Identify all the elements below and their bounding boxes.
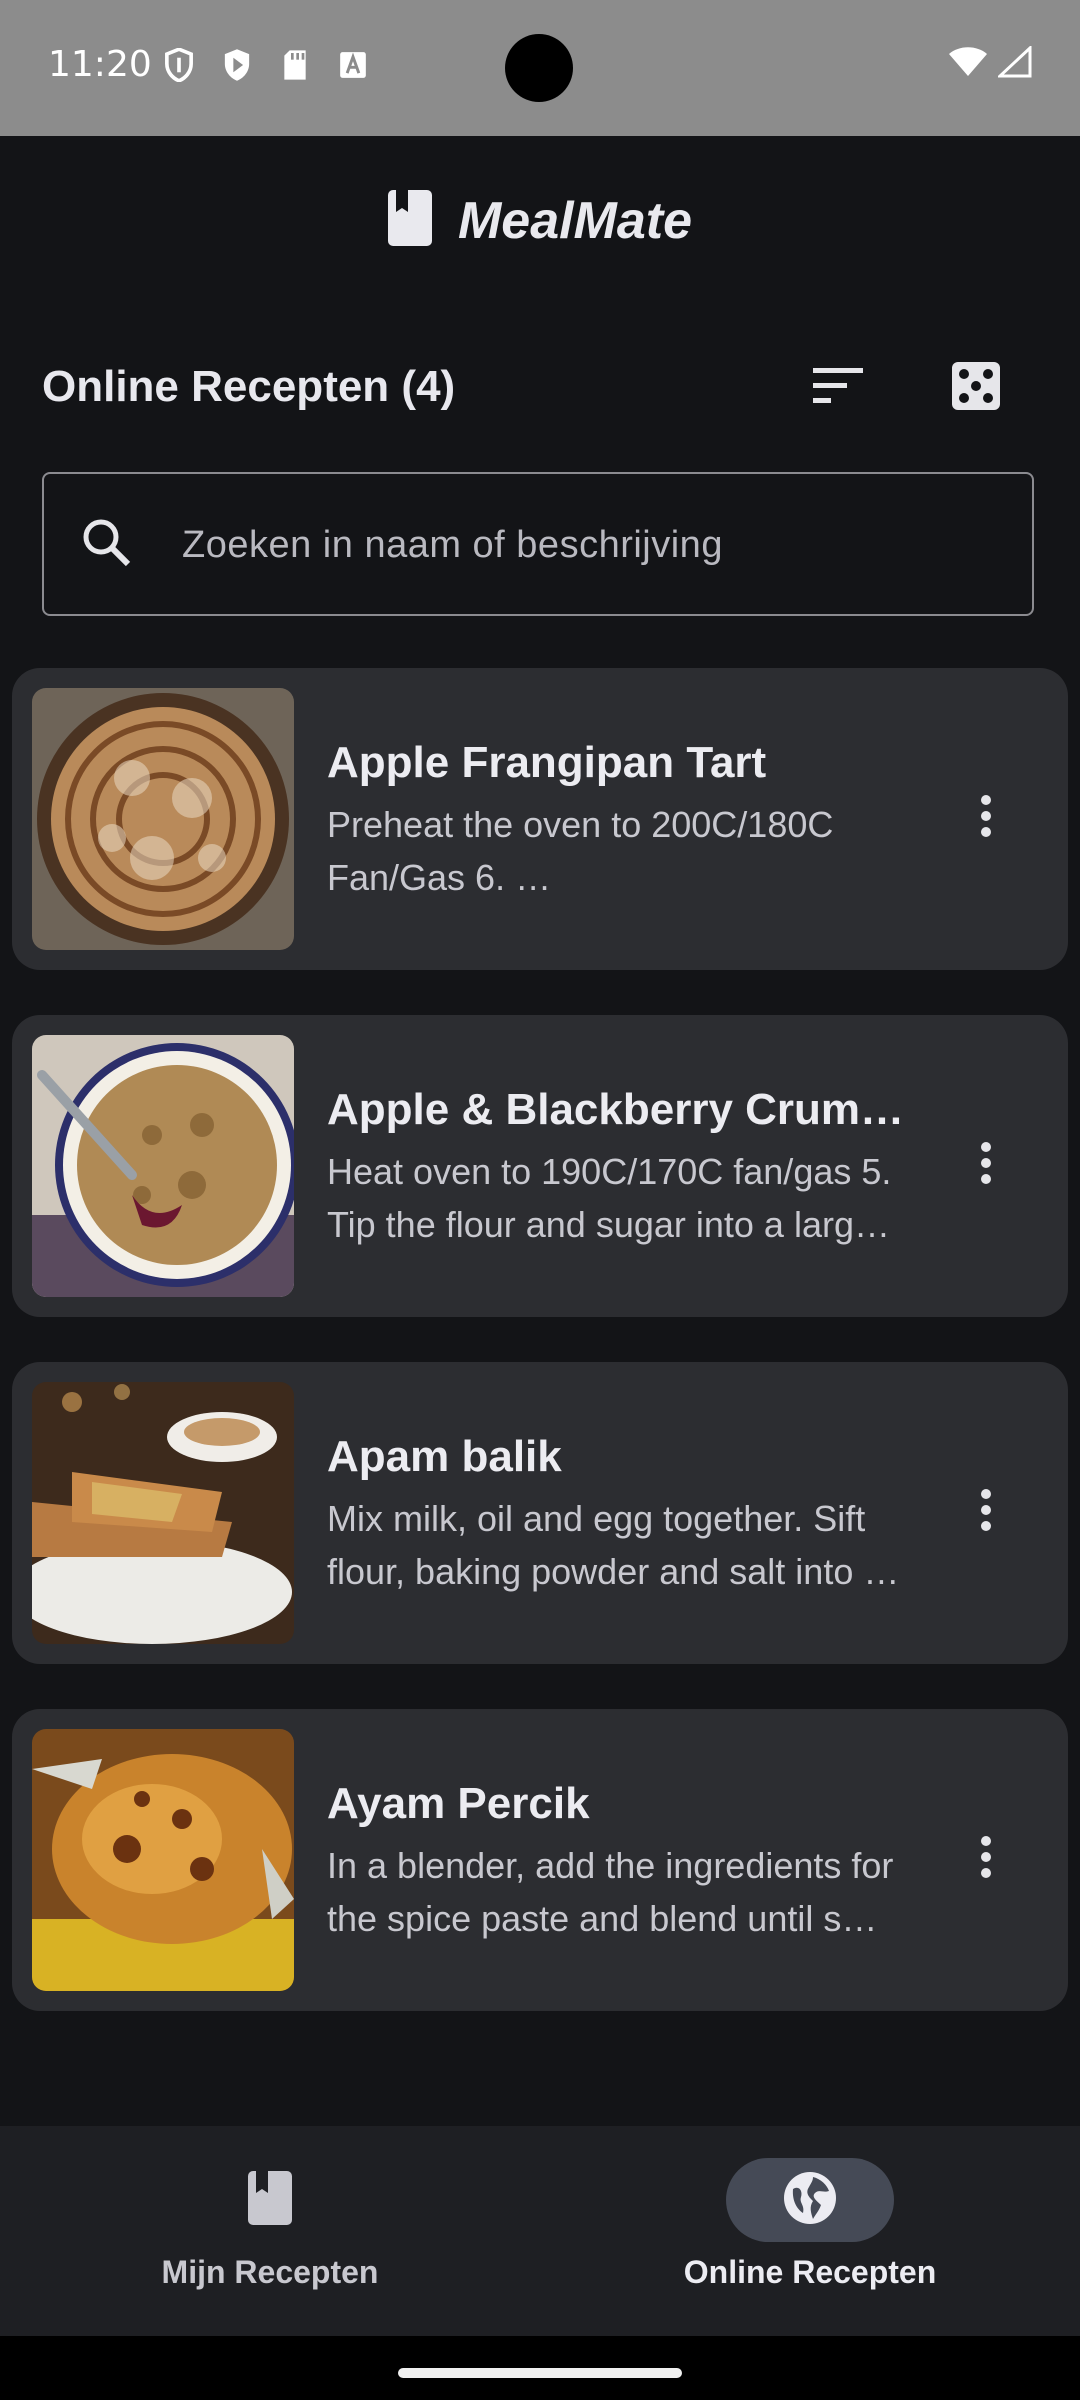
recipe-title: Apple Frangipan Tart [327,738,767,787]
more-vert-icon [980,1835,992,1884]
dice-icon [952,361,1000,415]
play-protect-icon [220,48,254,82]
search-input[interactable] [180,508,1004,582]
recipe-card[interactable]: Apple & Blackberry Crum… Heat oven to 19… [12,1015,1068,1317]
recipe-description: Mix milk, oil and egg together. Sift flo… [327,1498,900,1592]
recipe-description: Heat oven to 190C/170C fan/gas 5. Tip th… [327,1151,892,1245]
recipe-menu-button[interactable] [956,1482,1016,1542]
recipe-image [32,1382,294,1644]
recipe-image [32,1035,294,1297]
recipe-title: Ayam Percik [327,1779,590,1828]
book-icon [248,2170,292,2230]
recipe-card[interactable]: Apam balik Mix milk, oil and egg togethe… [12,1362,1068,1664]
nav-label: Mijn Recepten [161,2254,379,2290]
recipe-card[interactable]: Apple Frangipan Tart Preheat the oven to… [12,668,1068,970]
nav-item-mijn-recepten[interactable]: Mijn Recepten [0,2126,540,2336]
globe-icon [783,2171,837,2230]
recipe-menu-button[interactable] [956,1135,1016,1195]
random-recipe-button[interactable] [936,348,1016,428]
wifi-icon [948,46,988,83]
recipe-title: Apple & Blackberry Crum… [327,1085,905,1134]
shield-icon [162,48,196,82]
nav-item-online-recepten[interactable]: Online Recepten [540,2126,1080,2336]
nav-label: Online Recepten [683,2254,937,2290]
more-vert-icon [980,1488,992,1537]
home-gesture-handle[interactable] [398,2368,682,2378]
recipe-image [32,688,294,950]
search-box[interactable] [42,472,1034,616]
sort-button[interactable] [798,348,878,428]
app-title: MealMate [457,191,693,250]
more-vert-icon [980,1141,992,1190]
font-a-icon [336,48,370,82]
status-system-icons [948,44,1032,83]
recipe-menu-button[interactable] [956,788,1016,848]
cell-signal-icon [996,44,1032,83]
page-title: Online Recepten (4) [42,362,456,411]
gesture-navigation-area [0,2336,1080,2400]
sd-card-icon [278,48,312,82]
book-icon [387,190,432,251]
recipe-description: In a blender, add the ingredients for th… [327,1845,894,1939]
recipe-image [32,1729,294,1991]
more-vert-icon [980,794,992,843]
app-bar: MealMate [0,136,1080,304]
status-time: 11:20 [48,44,152,85]
recipe-menu-button[interactable] [956,1829,1016,1889]
list-header: Online Recepten (4) [0,340,1080,430]
status-bar: 11:20 [0,0,1080,136]
recipe-title: Apam balik [327,1432,562,1481]
sort-icon [813,367,863,409]
app-logo: MealMate [0,190,1080,251]
nav-icon-container [186,2158,354,2242]
bottom-navigation: Mijn Recepten Online Recepten [0,2126,1080,2336]
recipe-description: Preheat the oven to 200C/180C Fan/Gas 6.… [327,804,834,898]
search-icon [80,516,134,575]
status-notification-icons [162,48,370,82]
nav-icon-container-active [726,2158,894,2242]
camera-cutout [505,34,573,102]
recipe-card[interactable]: Ayam Percik In a blender, add the ingred… [12,1709,1068,2011]
